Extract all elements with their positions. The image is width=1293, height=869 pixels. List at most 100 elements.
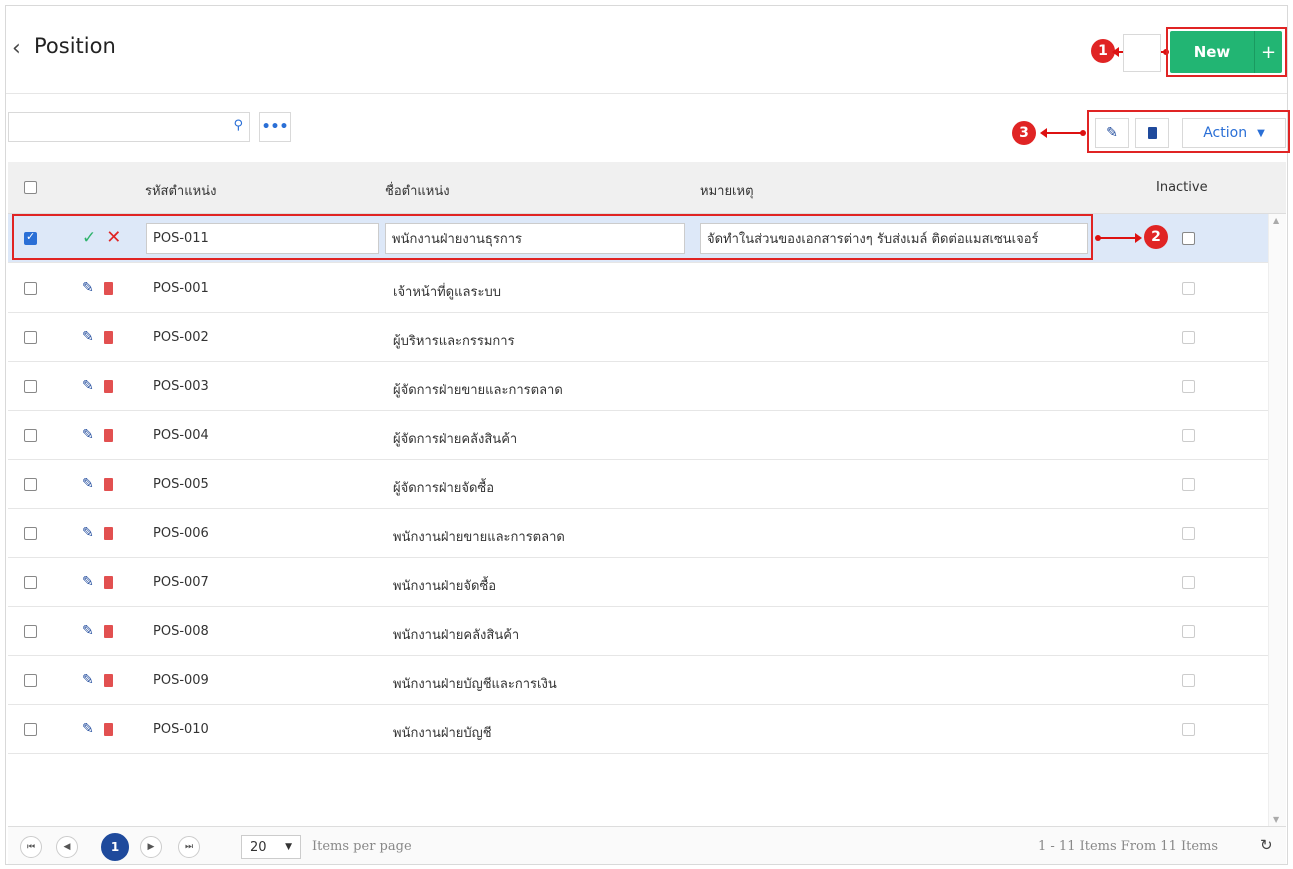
row-checkbox[interactable] <box>24 723 37 736</box>
inactive-checkbox[interactable] <box>1182 625 1195 638</box>
inactive-checkbox[interactable] <box>1182 478 1195 491</box>
pencil-icon[interactable]: ✎ <box>82 329 94 345</box>
table-row[interactable]: ✎ POS-005 ผู้จัดการฝ่ายจัดซื้อ <box>8 460 1268 509</box>
row-checkbox[interactable] <box>24 282 37 295</box>
action-label: Action <box>1203 125 1248 141</box>
table-row[interactable]: ✎ POS-004 ผู้จัดการฝ่ายคลังสินค้า <box>8 411 1268 460</box>
search-icon[interactable]: ⚲ <box>233 118 243 133</box>
inactive-checkbox[interactable] <box>1182 331 1195 344</box>
more-options-button[interactable]: ••• <box>259 112 291 142</box>
table-row[interactable]: ✎ POS-003 ผู้จัดการฝ่ายขายและการตลาด <box>8 362 1268 411</box>
new-button[interactable]: New + <box>1170 31 1282 73</box>
select-all-checkbox[interactable] <box>24 181 37 194</box>
table-row[interactable]: ✎ POS-010 พนักงานฝ่ายบัญชี <box>8 705 1268 754</box>
app-window: ‹ Position 1 New + ⚲ ••• 3 ✎ Action ▼ รห… <box>5 5 1290 865</box>
inactive-checkbox[interactable] <box>1182 674 1195 687</box>
page-header: ‹ Position 1 New + <box>6 6 1287 94</box>
trash-icon[interactable] <box>103 281 113 295</box>
row-checkbox[interactable] <box>24 576 37 589</box>
caret-down-icon: ▼ <box>285 842 292 852</box>
inactive-checkbox[interactable] <box>1182 527 1195 540</box>
trash-icon[interactable] <box>103 526 113 540</box>
row-name: ผู้จัดการฝ่ายขายและการตลาด <box>393 383 563 398</box>
row-code: POS-008 <box>153 624 209 639</box>
bulk-edit-button[interactable]: ✎ <box>1095 118 1129 148</box>
inactive-checkbox[interactable] <box>1182 723 1195 736</box>
row-checkbox[interactable] <box>24 478 37 491</box>
row-code: POS-009 <box>153 673 209 688</box>
inactive-checkbox[interactable] <box>1182 282 1195 295</box>
row-code: POS-006 <box>153 526 209 541</box>
row-name: พนักงานฝ่ายบัญชี <box>393 726 492 741</box>
search-input[interactable] <box>9 113 214 141</box>
search-box: ⚲ <box>8 112 250 142</box>
pencil-icon[interactable]: ✎ <box>82 378 94 394</box>
trash-icon[interactable] <box>103 379 113 393</box>
current-page[interactable]: 1 <box>101 833 129 861</box>
inactive-checkbox[interactable] <box>1182 429 1195 442</box>
row-name: พนักงานฝ่ายบัญชีและการเงิน <box>393 677 557 692</box>
table-row[interactable]: ✎ POS-007 พนักงานฝ่ายจัดซื้อ <box>8 558 1268 607</box>
pencil-icon[interactable]: ✎ <box>82 427 94 443</box>
row-checkbox[interactable] <box>24 429 37 442</box>
caret-down-icon: ▼ <box>1257 127 1265 139</box>
pencil-icon[interactable]: ✎ <box>82 721 94 737</box>
chevron-left-icon[interactable]: ‹ <box>12 36 21 61</box>
bulk-action-group: ✎ Action ▼ <box>1087 110 1290 153</box>
table-row[interactable]: ✎ POS-001 เจ้าหน้าที่ดูแลระบบ <box>8 264 1268 313</box>
annotation-arrow-3 <box>1040 128 1086 138</box>
row-checkbox[interactable] <box>24 674 37 687</box>
plus-icon[interactable]: + <box>1254 31 1282 73</box>
scroll-up-icon[interactable]: ▲ <box>1273 216 1279 225</box>
annotation-frame-2 <box>12 214 1093 260</box>
column-header-inactive[interactable]: Inactive <box>1156 180 1208 195</box>
page-title: Position <box>34 34 116 58</box>
action-dropdown[interactable]: Action ▼ <box>1182 118 1286 148</box>
column-header-name[interactable]: ชื่อตำแหน่ง <box>385 180 450 201</box>
page-size-select[interactable]: 20 ▼ <box>241 835 301 859</box>
pencil-icon[interactable]: ✎ <box>82 525 94 541</box>
table-row[interactable]: ✎ POS-006 พนักงานฝ่ายขายและการตลาด <box>8 509 1268 558</box>
trash-icon[interactable] <box>103 330 113 344</box>
row-checkbox[interactable] <box>24 625 37 638</box>
pencil-icon[interactable]: ✎ <box>82 280 94 296</box>
trash-icon[interactable] <box>103 428 113 442</box>
row-code: POS-005 <box>153 477 209 492</box>
scroll-down-icon[interactable]: ▼ <box>1273 815 1279 824</box>
row-name: พนักงานฝ่ายขายและการตลาด <box>393 530 565 545</box>
pencil-icon[interactable]: ✎ <box>82 672 94 688</box>
row-checkbox[interactable] <box>24 527 37 540</box>
inactive-checkbox[interactable] <box>1182 576 1195 589</box>
row-checkbox[interactable] <box>24 331 37 344</box>
pencil-icon[interactable]: ✎ <box>82 476 94 492</box>
first-page-button[interactable]: ⏮ <box>20 836 42 858</box>
bulk-delete-button[interactable] <box>1135 118 1169 148</box>
pencil-icon[interactable]: ✎ <box>82 574 94 590</box>
inactive-checkbox[interactable] <box>1182 232 1195 245</box>
row-name: ผู้บริหารและกรรมการ <box>393 334 515 349</box>
refresh-icon[interactable]: ↻ <box>1260 836 1273 854</box>
table-row[interactable]: ✎ POS-002 ผู้บริหารและกรรมการ <box>8 313 1268 362</box>
trash-icon[interactable] <box>103 722 113 736</box>
trash-icon[interactable] <box>103 624 113 638</box>
vertical-scrollbar[interactable]: ▲ ▼ <box>1268 214 1286 826</box>
column-header-note[interactable]: หมายเหตุ <box>700 180 754 201</box>
position-grid: รหัสตำแหน่ง ชื่อตำแหน่ง หมายเหตุ Inactiv… <box>8 162 1286 826</box>
row-checkbox[interactable] <box>24 380 37 393</box>
pencil-icon[interactable]: ✎ <box>82 623 94 639</box>
inactive-checkbox[interactable] <box>1182 380 1195 393</box>
grid-header: รหัสตำแหน่ง ชื่อตำแหน่ง หมายเหตุ Inactiv… <box>8 162 1286 214</box>
trash-icon[interactable] <box>103 673 113 687</box>
last-page-button[interactable]: ⏭ <box>178 836 200 858</box>
next-page-button[interactable]: ▶ <box>140 836 162 858</box>
options-button[interactable] <box>1123 34 1161 72</box>
trash-icon[interactable] <box>103 575 113 589</box>
new-button-label: New <box>1193 43 1231 61</box>
row-name: ผู้จัดการฝ่ายจัดซื้อ <box>393 481 495 496</box>
column-header-code[interactable]: รหัสตำแหน่ง <box>145 180 216 201</box>
table-row[interactable]: ✎ POS-009 พนักงานฝ่ายบัญชีและการเงิน <box>8 656 1268 705</box>
page-size-value: 20 <box>250 839 267 855</box>
table-row[interactable]: ✎ POS-008 พนักงานฝ่ายคลังสินค้า <box>8 607 1268 656</box>
trash-icon[interactable] <box>103 477 113 491</box>
prev-page-button[interactable]: ◀ <box>56 836 78 858</box>
